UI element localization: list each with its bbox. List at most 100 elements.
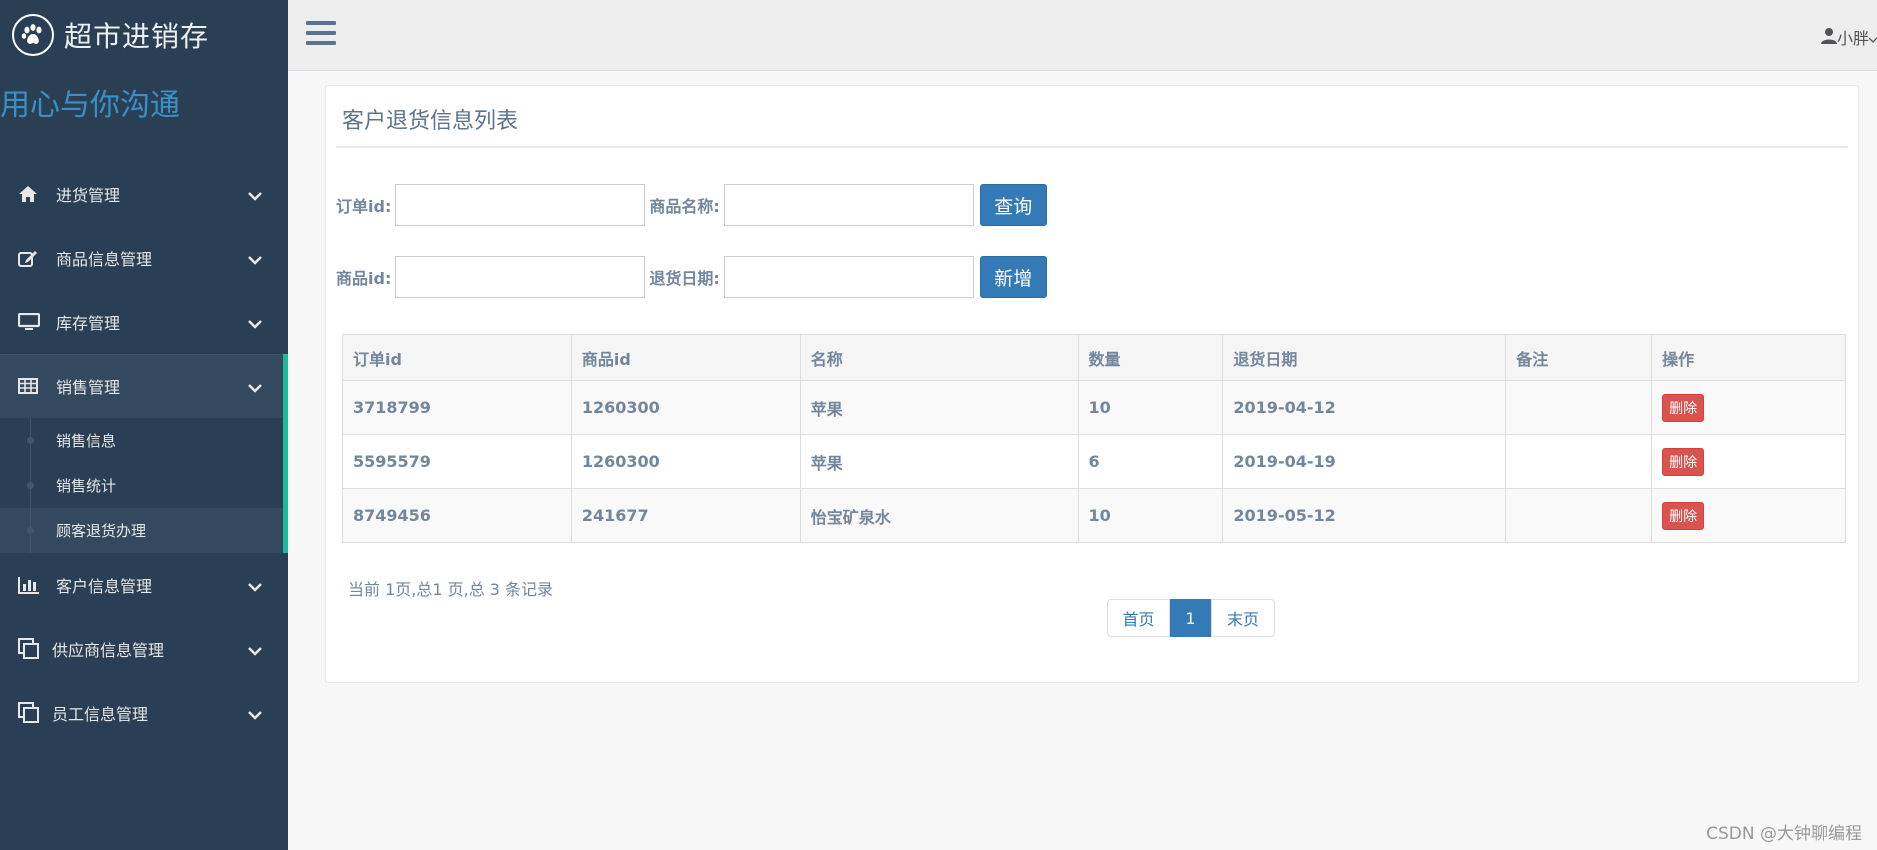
brand-title: 超市进销存	[64, 20, 210, 53]
pagination: 首页 1 末页	[1107, 599, 1275, 637]
sidebar-item-label: 客户信息管理	[56, 577, 153, 596]
note-cell	[1505, 488, 1653, 543]
sidebar-subitem-sales-info[interactable]: 销售信息	[0, 418, 283, 463]
column-header: 数量	[1077, 334, 1224, 381]
sidebar-nav: 进货管理 商品信息管理 库存管理 销售管理 销售信息 销售统计 顾客退货办理 客…	[0, 162, 288, 745]
delete-button[interactable]: 删除	[1662, 447, 1705, 476]
chevron-down-icon	[248, 378, 262, 397]
sidebar-item-employees[interactable]: 员工信息管理	[0, 681, 288, 745]
column-header: 订单id	[342, 334, 572, 381]
user-icon	[1820, 27, 1837, 48]
search-button[interactable]: 查询	[979, 184, 1047, 226]
home-icon	[18, 185, 44, 203]
last-page-button[interactable]: 末页	[1211, 599, 1275, 637]
sidebar-subitem-sales-stats[interactable]: 销售统计	[0, 463, 283, 508]
sidebar-subitem-customer-returns[interactable]: 顾客退货办理	[0, 508, 283, 553]
table-row: 3718799 1260300 苹果 10 2019-04-12 删除	[342, 380, 1846, 435]
sales-submenu: 销售信息 销售统计 顾客退货办理	[0, 418, 288, 553]
return-date-cell: 2019-04-19	[1222, 434, 1507, 489]
sidebar-subitem-label: 销售统计	[56, 477, 117, 495]
sidebar-subitem-label: 销售信息	[56, 432, 117, 450]
add-button[interactable]: 新增	[979, 256, 1047, 298]
action-cell: 删除	[1651, 488, 1846, 543]
chevron-down-icon	[248, 577, 262, 596]
clone-icon	[18, 638, 44, 660]
delete-button[interactable]: 删除	[1662, 501, 1705, 530]
divider	[336, 146, 1848, 148]
sidebar-item-label: 商品信息管理	[56, 250, 153, 269]
return-date-label: 退货日期:	[649, 269, 720, 288]
sidebar-subitem-label: 顾客退货办理	[56, 522, 147, 540]
action-cell: 删除	[1651, 434, 1846, 489]
sidebar-item-suppliers[interactable]: 供应商信息管理	[0, 617, 288, 681]
sidebar-item-label: 库存管理	[56, 314, 121, 333]
product-name-cell: 苹果	[799, 380, 1079, 435]
order-id-input[interactable]	[395, 184, 646, 226]
product-id-input[interactable]	[395, 256, 646, 298]
column-header: 退货日期	[1222, 334, 1507, 381]
column-header: 商品id	[570, 334, 801, 381]
quantity-cell: 10	[1077, 488, 1224, 543]
desktop-icon	[18, 313, 44, 331]
product-id-cell: 1260300	[570, 380, 801, 435]
product-name-input[interactable]	[723, 184, 974, 226]
product-id-cell: 241677	[570, 488, 801, 543]
sidebar-item-label: 供应商信息管理	[52, 641, 165, 660]
brand[interactable]: 超市进销存	[0, 0, 288, 70]
sidebar-item-label: 员工信息管理	[52, 705, 149, 724]
quantity-cell: 6	[1077, 434, 1224, 489]
table-row: 5595579 1260300 苹果 6 2019-04-19 删除	[342, 434, 1846, 489]
sidebar-item-products[interactable]: 商品信息管理	[0, 226, 288, 290]
chevron-down-icon	[248, 314, 262, 333]
delete-button[interactable]: 删除	[1662, 393, 1705, 422]
slogan: 用心与你沟通	[0, 88, 180, 123]
paw-icon	[12, 14, 54, 56]
pagination-info: 当前 1页,总1 页,总 3 条记录	[348, 580, 554, 599]
order-id-cell: 8749456	[342, 488, 572, 543]
note-cell	[1505, 434, 1653, 489]
topbar: 小胖	[288, 0, 1877, 71]
sidebar-item-label: 销售管理	[56, 378, 121, 397]
table-header-row: 订单id 商品id 名称 数量 退货日期 备注 操作	[342, 334, 1846, 381]
search-form-row-2: 商品id: 退货日期: 新增	[336, 255, 1047, 299]
column-header: 操作	[1651, 334, 1846, 381]
sidebar-item-sales[interactable]: 销售管理	[0, 354, 288, 418]
order-id-label: 订单id:	[336, 197, 392, 216]
note-cell	[1505, 380, 1653, 435]
quantity-cell: 10	[1077, 380, 1224, 435]
clone-icon	[18, 702, 44, 724]
product-id-label: 商品id:	[336, 269, 392, 288]
sidebar-item-inventory[interactable]: 库存管理	[0, 290, 288, 354]
returns-table: 订单id 商品id 名称 数量 退货日期 备注 操作 3718799 12603…	[342, 334, 1846, 543]
bullet-dot	[27, 437, 34, 444]
product-name-cell: 苹果	[799, 434, 1079, 489]
sidebar-item-customers[interactable]: 客户信息管理	[0, 553, 288, 617]
first-page-button[interactable]: 首页	[1107, 599, 1170, 637]
chevron-down-icon	[1868, 28, 1877, 47]
return-date-input[interactable]	[723, 256, 974, 298]
bullet-dot	[27, 482, 34, 489]
chevron-down-icon	[248, 705, 262, 724]
product-id-cell: 1260300	[570, 434, 801, 489]
chevron-down-icon	[248, 250, 262, 269]
table-row: 8749456 241677 怡宝矿泉水 10 2019-05-12 删除	[342, 488, 1846, 543]
return-date-cell: 2019-04-12	[1222, 380, 1507, 435]
bar-chart-icon	[18, 576, 44, 594]
sidebar: 超市进销存 用心与你沟通 进货管理 商品信息管理 库存管理 销售管理 销售信息 …	[0, 0, 288, 850]
user-name: 小胖	[1836, 29, 1869, 48]
sidebar-item-purchase[interactable]: 进货管理	[0, 162, 288, 226]
page-title: 客户退货信息列表	[342, 109, 519, 134]
product-name-cell: 怡宝矿泉水	[799, 488, 1079, 543]
product-name-label: 商品名称:	[649, 197, 720, 216]
column-header: 备注	[1505, 334, 1653, 381]
menu-toggle-icon[interactable]	[306, 20, 336, 50]
bullet-dot	[27, 527, 34, 534]
action-cell: 删除	[1651, 380, 1846, 435]
table-icon	[18, 378, 44, 394]
page-1-button[interactable]: 1	[1170, 599, 1211, 637]
search-form-row-1: 订单id: 商品名称: 查询	[336, 183, 1047, 227]
returns-panel: 客户退货信息列表 订单id: 商品名称: 查询 商品id: 退货日期: 新增 订…	[325, 85, 1859, 683]
order-id-cell: 3718799	[342, 380, 572, 435]
column-header: 名称	[799, 334, 1079, 381]
user-menu[interactable]: 小胖	[1820, 25, 1877, 49]
